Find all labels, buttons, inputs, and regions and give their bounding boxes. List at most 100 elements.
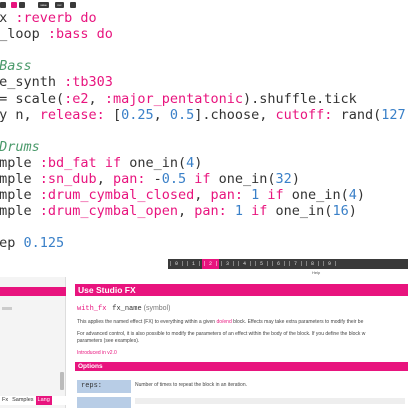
buffer-tab-1[interactable]: | 1 | xyxy=(185,259,202,269)
option-description-reps: Number of times to repeat the block in a… xyxy=(135,382,248,388)
code-token: ].choose, xyxy=(194,106,276,123)
stop-icon[interactable] xyxy=(19,2,25,8)
doc-paragraph-1: This applies the named effect (FX) to ev… xyxy=(77,319,363,326)
code-token: 1 xyxy=(234,203,244,220)
code-token: :bd_fat xyxy=(39,154,97,171)
code-token: ample xyxy=(0,154,32,171)
save-button[interactable]: save xyxy=(38,2,49,8)
code-token: Drums xyxy=(0,138,40,155)
code-token: ) xyxy=(356,187,365,204)
argument-name: fx_name xyxy=(112,305,142,313)
para2-line-1: For advanced control, it is also possibl… xyxy=(77,331,366,337)
code-token: one_in( xyxy=(210,171,276,187)
argument-type: (symbol) xyxy=(143,305,171,312)
code-token: ample xyxy=(0,187,32,204)
help-category-tabs: Fx Samples Lang xyxy=(0,396,66,405)
code-token: :reverb xyxy=(15,10,73,26)
top-toolbar: save rec xyxy=(0,0,408,10)
code-token: pan: xyxy=(112,171,146,187)
code-editor[interactable]: fx :reverb doe_loop :bass do Bassse_synt… xyxy=(0,10,408,255)
code-token: 32 xyxy=(275,171,292,187)
buffer-tab-7[interactable]: | 7 | xyxy=(287,259,304,269)
code-token: - xyxy=(145,171,162,187)
code-token: :drum_cymbal_open xyxy=(39,203,178,220)
code-token: Bass xyxy=(0,58,32,75)
help-tab-lang[interactable]: Lang xyxy=(35,396,52,405)
code-token: ) xyxy=(291,171,300,187)
buffer-tab-4[interactable]: | 4 | xyxy=(236,259,253,269)
help-tab-samples[interactable]: Samples xyxy=(10,396,35,405)
options-heading: Options xyxy=(75,362,408,371)
code-token: ) xyxy=(348,203,357,220)
buffer-tab-5[interactable]: | 5 | xyxy=(253,259,270,269)
toolbar-icon-extra[interactable] xyxy=(70,2,76,8)
code-token: :bass xyxy=(47,26,89,43)
toolbar-button-0[interactable] xyxy=(0,2,6,8)
code-token: [ xyxy=(104,106,122,123)
code-token: pan: xyxy=(194,203,227,220)
code-token: , xyxy=(194,187,211,204)
doc-paragraph-2: For advanced control, it is also possibl… xyxy=(77,331,365,345)
record-icon[interactable] xyxy=(11,2,17,8)
code-line[interactable]: ay n, release: [0.25, 0.5].choose, cutof… xyxy=(0,106,408,124)
para1-text: This applies the named effect (FX) to ev… xyxy=(77,319,217,325)
buffer-tab-3[interactable]: | 3 | xyxy=(219,259,236,269)
code-token: :sn_dub xyxy=(39,171,97,187)
para1-text-end: block. Effects may take extra parameters… xyxy=(231,319,364,325)
code-token: , xyxy=(153,106,170,123)
code-token: fx xyxy=(0,10,8,26)
code-line[interactable]: e_loop :bass do xyxy=(0,25,113,43)
code-token: ay n, xyxy=(0,106,32,123)
rec-button[interactable]: rec xyxy=(55,2,64,8)
code-token: 0.125 xyxy=(23,235,65,252)
code-token: do xyxy=(88,26,113,43)
help-index-panel[interactable]: Fx Samples Lang xyxy=(0,277,66,408)
code-token: if xyxy=(186,171,211,187)
code-token: 0.25 xyxy=(121,106,154,123)
buffer-tab-6[interactable]: | 6 | xyxy=(270,259,287,269)
help-label: Help xyxy=(312,270,321,275)
code-token: , xyxy=(96,171,113,187)
code-token: cutoff: xyxy=(275,106,333,123)
code-token: one_in( xyxy=(283,187,349,204)
option-name-reps: reps: xyxy=(77,380,131,393)
code-token: 127 xyxy=(381,106,406,123)
option-description-next xyxy=(135,398,405,404)
buffer-tab-bar: | 0 | | 1 | | 2 | | 3 | | 4 | | 5 | | 6 | | 7 |… xyxy=(168,259,408,269)
option-name-next xyxy=(77,397,131,408)
code-token: e_loop xyxy=(0,26,40,43)
function-name: with_fx xyxy=(77,305,107,313)
buffer-tab-0[interactable]: | 0 | xyxy=(168,259,185,269)
buffer-tab-9[interactable]: | 9 | xyxy=(321,259,338,269)
code-token: :e2 xyxy=(64,90,89,107)
code-token: one_in( xyxy=(121,154,187,171)
help-label-row: Help xyxy=(0,269,408,277)
buffer-tab-8[interactable]: | 8 | xyxy=(304,259,321,269)
do-end-link[interactable]: do/end xyxy=(216,319,231,325)
code-token: 0.5 xyxy=(161,171,187,187)
introduced-version: Introduced in v2.0 xyxy=(77,350,117,356)
help-index-scrollbar[interactable] xyxy=(60,372,64,390)
buffer-tab-2[interactable]: | 2 | xyxy=(202,259,219,269)
code-token: = scale( xyxy=(0,90,65,107)
code-token: eep xyxy=(0,235,16,252)
help-document: Use Studio FX with_fx fx_name (symbol) T… xyxy=(66,277,408,408)
code-token: 4 xyxy=(348,187,357,204)
help-index-selected-item[interactable] xyxy=(0,287,66,296)
code-token: release: xyxy=(39,106,105,123)
code-token: rand( xyxy=(332,106,382,123)
code-token: one_in( xyxy=(267,203,333,220)
help-index-item[interactable] xyxy=(2,307,12,310)
code-token: :major_pentatonic xyxy=(104,90,243,107)
code-line[interactable]: eep 0.125 xyxy=(0,234,64,252)
code-token: pan: xyxy=(210,187,243,204)
code-token: 0.5 xyxy=(169,106,195,123)
help-tab-fx[interactable]: Fx xyxy=(0,396,10,405)
code-token: ) xyxy=(194,154,203,171)
code-token: if xyxy=(96,154,122,171)
code-line[interactable]: ample :drum_cymbal_open, pan: 1 if one_i… xyxy=(0,202,357,220)
code-token: :drum_cymbal_closed xyxy=(39,187,195,204)
code-token: ample xyxy=(0,171,32,187)
